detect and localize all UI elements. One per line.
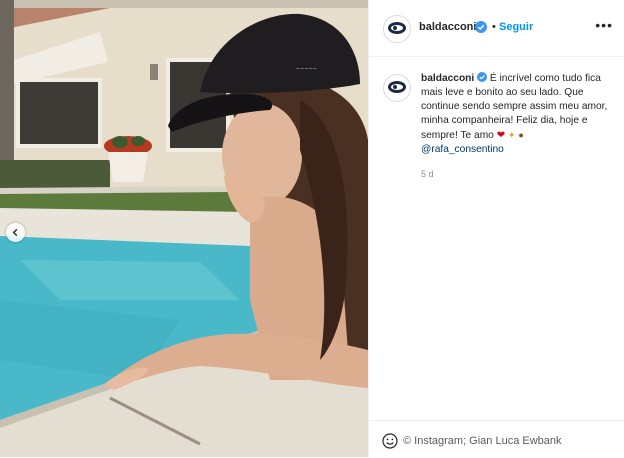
more-options-icon[interactable]: ••• (595, 17, 613, 33)
post-timestamp[interactable]: 5 d (421, 169, 434, 179)
avatar-image (385, 17, 409, 41)
caption-avatar[interactable] (383, 74, 411, 102)
post-side-panel: baldacconi • Seguir ••• baldacconi É inc… (368, 0, 624, 457)
verified-badge-icon (475, 20, 487, 38)
mention-link[interactable]: @rafa_consentino (421, 144, 504, 155)
caption-username-link[interactable]: baldacconi (421, 73, 474, 84)
avatar-image (385, 76, 409, 100)
verified-badge-icon (477, 72, 490, 84)
chevron-left-icon (12, 228, 18, 237)
post-header: baldacconi • Seguir ••• (369, 0, 624, 57)
heart-emoji-icon: ❤ (496, 130, 506, 141)
comment-bar: © Instagram; Gian Luca Ewbank (369, 420, 624, 458)
previous-photo-button[interactable] (6, 223, 25, 242)
photo-credit: © Instagram; Gian Luca Ewbank (403, 435, 562, 447)
header-separator: • (492, 21, 496, 33)
smile-icon[interactable] (382, 433, 398, 454)
handshake-emoji-icon: ● (518, 130, 524, 140)
svg-text:∼∼∼∼∼: ∼∼∼∼∼ (296, 66, 317, 72)
caption-text: baldacconi É incrível como tudo fica mai… (421, 72, 611, 157)
avatar[interactable] (383, 15, 411, 43)
follow-button[interactable]: Seguir (499, 21, 533, 33)
header-username-link[interactable]: baldacconi (419, 21, 476, 33)
sparkle-emoji-icon: ✦ (507, 130, 516, 140)
post-photo[interactable]: ∼∼∼∼∼ (0, 0, 368, 457)
instagram-post: ∼∼∼∼∼ baldacconi • Seguir ••• baldacconi… (0, 0, 624, 457)
